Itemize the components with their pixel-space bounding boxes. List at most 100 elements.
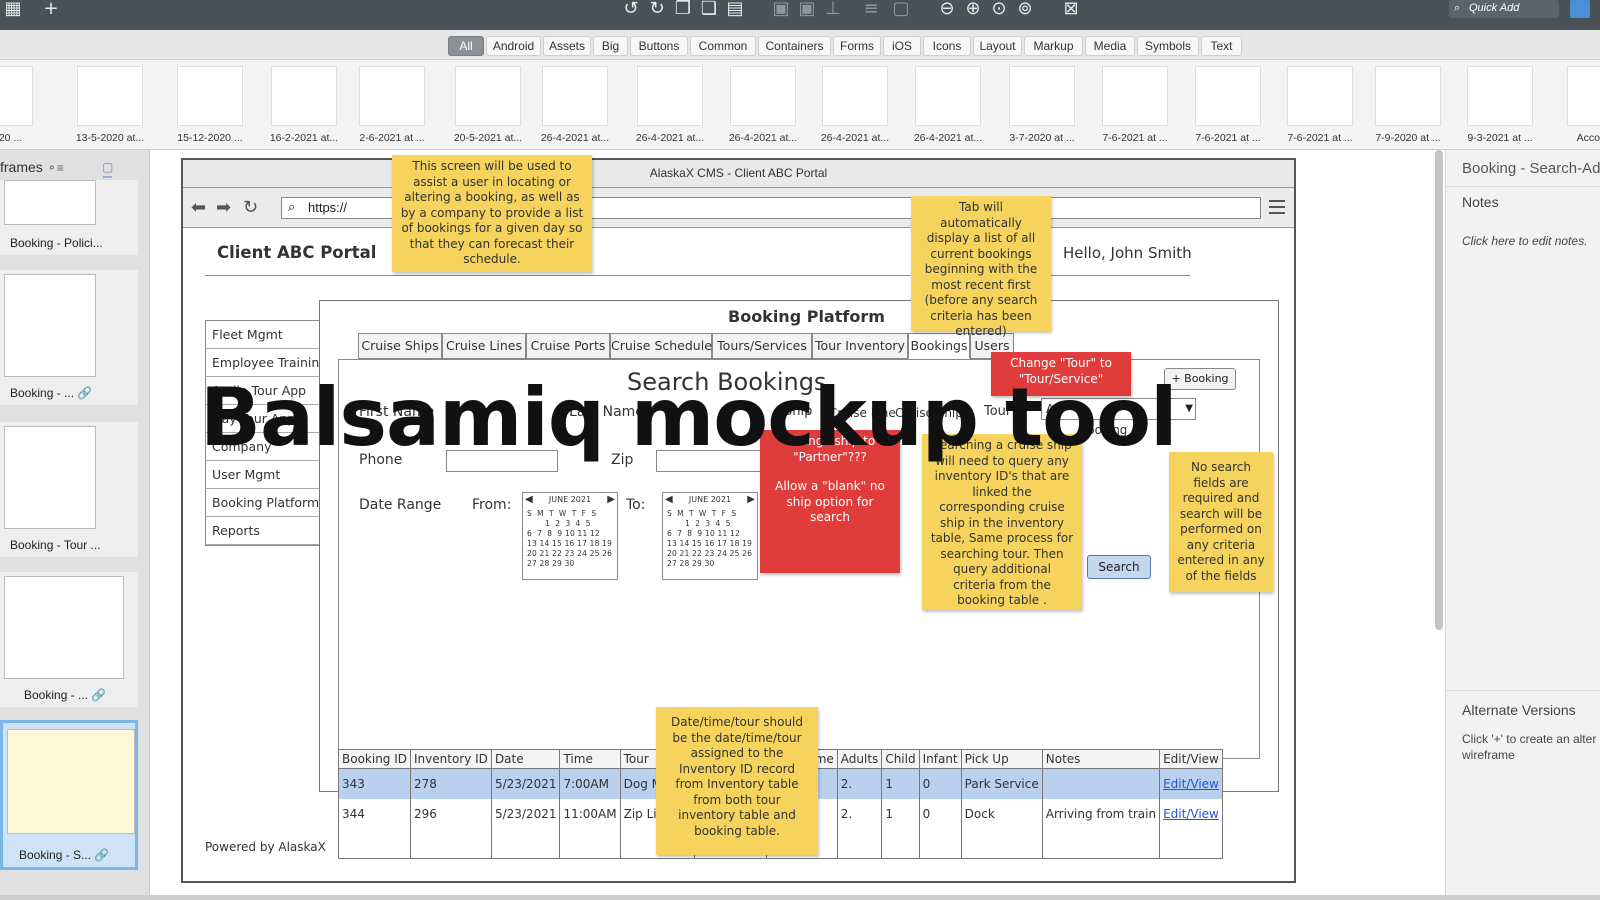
table-cell: 11:00AM — [559, 798, 621, 829]
wireframe-card[interactable]: Booking - Tour ... — [0, 422, 138, 557]
wireframe-thumbnail — [4, 180, 96, 225]
tab-tours-services: Tours/Services — [712, 333, 812, 359]
paste-icon[interactable]: ❏ — [698, 0, 720, 22]
filter-chip-symbols[interactable]: Symbols — [1137, 36, 1199, 56]
plus-icon[interactable]: + — [40, 0, 62, 22]
top-toolbar: ▦ + ↺ ↻ ❐ ❏ ▤ ▣ ▣ ⊥ ≡ ▢ ⊖ ⊕ ⊙ ⊚ ⊠ ⌕ Quick… — [0, 0, 1600, 30]
zoom-fit-icon[interactable]: ⊚ — [1014, 0, 1036, 22]
table-cell — [1041, 768, 1161, 799]
wireframe-card-label-text: Booking - ... — [10, 386, 75, 400]
sticky-note-no-required[interactable]: No search fields are required and search… — [1169, 452, 1273, 592]
library-thumbnail-label: 15-12-2020 ... — [177, 132, 243, 144]
library-thumbnail-label: 3-7-2020 at ... — [1009, 132, 1075, 144]
library-thumbnail[interactable] — [1287, 66, 1353, 126]
library-thumbnail[interactable] — [1375, 66, 1441, 126]
library-thumbnail[interactable] — [271, 66, 337, 126]
library-thumbnail[interactable] — [915, 66, 981, 126]
library-thumbnail-label: 7-6-2021 at ... — [1195, 132, 1261, 144]
sticky-note-datetime[interactable]: Date/time/tour should be the date/time/t… — [656, 707, 818, 855]
library-thumbnail-label: 16-2-2021 at... — [269, 132, 339, 144]
column-header: Adults — [836, 749, 883, 769]
library-thumbnail[interactable] — [455, 66, 521, 126]
filter-chip-assets[interactable]: Assets — [543, 36, 591, 56]
filter-chip-common[interactable]: Common — [690, 36, 756, 56]
clipboard-icon[interactable]: ▤ — [724, 0, 746, 22]
library-thumbnail[interactable] — [637, 66, 703, 126]
filter-chip-forms[interactable]: Forms — [833, 36, 881, 56]
quick-add-placeholder: Quick Add — [1469, 2, 1520, 14]
library-thumbnail[interactable] — [1009, 66, 1075, 126]
browser-nav-bar: ⬅ ➡ ↻ ⌕ https:// — [183, 188, 1294, 228]
copy-icon[interactable]: ❐ — [672, 0, 694, 22]
library-thumbnail[interactable] — [77, 66, 143, 126]
filter-chip-text[interactable]: Text — [1201, 36, 1242, 56]
ungroup-icon[interactable]: ▣ — [796, 0, 818, 22]
wireframe-card[interactable]: Booking - ... 🔗 — [0, 270, 138, 405]
zoom-in-icon[interactable]: ⊕ — [962, 0, 984, 22]
divider — [1446, 186, 1600, 187]
library-thumbnail[interactable] — [359, 66, 425, 126]
canvas-scrollbar[interactable] — [1435, 150, 1443, 630]
library-thumbnail[interactable] — [730, 66, 796, 126]
wireframe-card[interactable]: Booking - Polici... — [0, 180, 138, 255]
sort-icon[interactable]: ⚬≡ — [47, 161, 64, 175]
wireframe-card-selected[interactable]: Booking - S... 🔗 — [0, 720, 138, 870]
side-nav-item: User Mgmt — [206, 461, 319, 489]
library-thumbnail-label: 26-4-2021 at... — [540, 132, 610, 144]
wireframes-panel: frames ⚬≡▢ ☰ Booking - Polici... Booking… — [0, 150, 150, 895]
sticky-note-tab-auto[interactable]: Tab will automatically display a list of… — [911, 196, 1051, 338]
distribute-icon[interactable]: ≡ — [860, 0, 882, 22]
filter-chip-containers[interactable]: Containers — [758, 36, 831, 56]
wireframe-thumbnail — [4, 274, 96, 377]
redo-icon[interactable]: ↻ — [646, 0, 668, 22]
overlay-caption: Balsamiq mockup tool — [200, 371, 1177, 464]
quick-add-input[interactable]: ⌕ Quick Add — [1449, 0, 1559, 18]
filter-chip-big[interactable]: Big — [593, 36, 628, 56]
to-calendar: ◀ JUNE 2021 ▶ S M T W T F S 1 2 3 4 5 6 … — [662, 492, 758, 580]
library-thumbnail[interactable] — [822, 66, 888, 126]
lock-icon[interactable]: ▢ — [890, 0, 912, 22]
library-thumbnail[interactable] — [1195, 66, 1261, 126]
grid-icon[interactable]: ▦ — [2, 0, 24, 22]
panel-toggle-icon[interactable] — [1570, 0, 1590, 18]
library-thumbnail-label: 26-4-2021 at... — [913, 132, 983, 144]
link-icon: 🔗 — [94, 848, 110, 862]
undo-icon[interactable]: ↺ — [620, 0, 642, 22]
library-thumbnail[interactable] — [1467, 66, 1533, 126]
browser-title: AlaskaX CMS - Client ABC Portal — [183, 160, 1294, 188]
group-icon[interactable]: ▣ — [770, 0, 792, 22]
edit-view-link: Edit/View — [1163, 806, 1219, 821]
edit-view-link: Edit/View — [1163, 776, 1219, 791]
filter-chip-icons[interactable]: Icons — [923, 36, 971, 56]
filter-chip-layout[interactable]: Layout — [973, 36, 1022, 56]
library-thumbnail[interactable] — [1102, 66, 1168, 126]
column-header: Pick Up — [960, 749, 1043, 769]
table-cell — [410, 828, 492, 859]
table-cell: Park Service — [960, 768, 1043, 799]
notes-editor[interactable]: Click here to edit notes. — [1462, 234, 1587, 248]
zoom-actual-icon[interactable]: ⊙ — [988, 0, 1010, 22]
wireframe-card[interactable]: Booking - ... 🔗 — [0, 572, 138, 707]
library-thumbnail-label: 26-4-2021 at... — [820, 132, 890, 144]
filter-chip-android[interactable]: Android — [486, 36, 541, 56]
fullscreen-icon[interactable]: ⊠ — [1060, 0, 1082, 22]
filter-chip-markup[interactable]: Markup — [1024, 36, 1083, 56]
library-thumbnail[interactable] — [542, 66, 608, 126]
filter-chip-buttons[interactable]: Buttons — [630, 36, 688, 56]
wireframe-card-label: Booking - ... 🔗 — [24, 688, 106, 702]
filter-chip-media[interactable]: Media — [1085, 36, 1135, 56]
sticky-note-intro[interactable]: This screen will be used to assist a use… — [392, 155, 592, 272]
filter-chip-all[interactable]: All — [448, 36, 484, 56]
library-thumbnail[interactable] — [0, 66, 33, 126]
filter-chip-ios[interactable]: iOS — [883, 36, 921, 56]
alternate-versions-hint-2: wireframe — [1462, 748, 1515, 762]
table-cell — [337, 828, 412, 859]
library-thumbnail[interactable] — [177, 66, 243, 126]
table-cell: Arriving from train — [1041, 798, 1161, 829]
wireframe-name[interactable]: Booking - Search-Adm — [1462, 160, 1600, 177]
align-icon[interactable]: ⊥ — [822, 0, 844, 22]
chevron-down-icon: ▼ — [1185, 403, 1193, 414]
zoom-out-icon[interactable]: ⊖ — [936, 0, 958, 22]
library-thumbnail[interactable] — [1567, 66, 1600, 126]
table-cell: Edit/View — [1159, 798, 1223, 829]
